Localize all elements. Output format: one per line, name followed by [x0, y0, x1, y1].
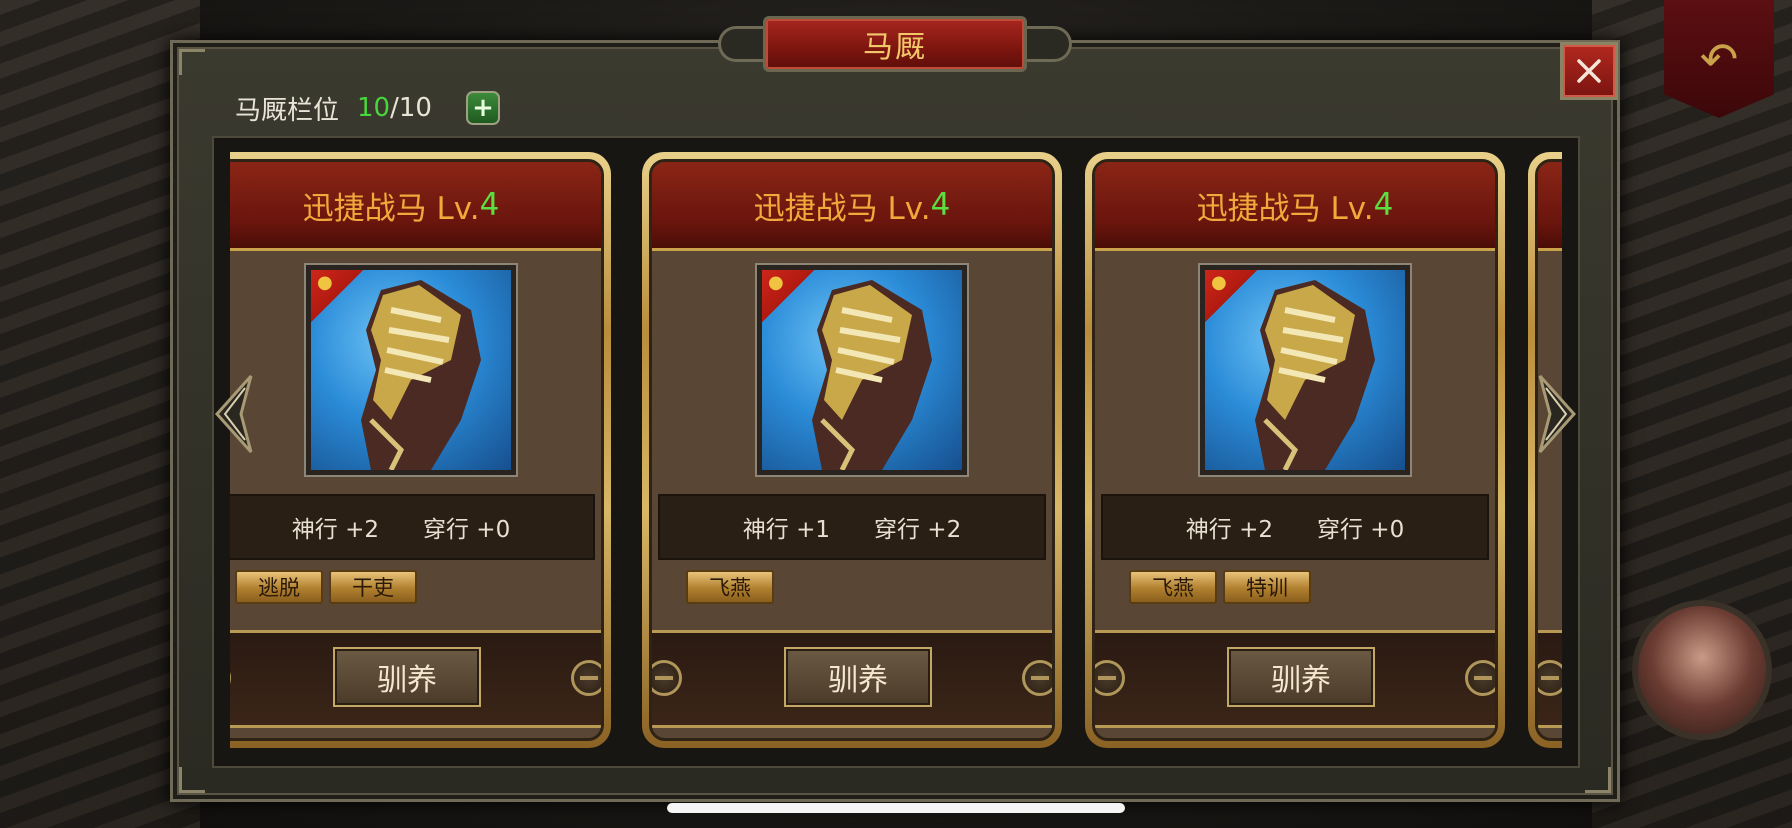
horse-name: 迅捷战马 Lv. 4	[230, 162, 601, 251]
card-footer	[1538, 630, 1562, 728]
horse-card: 迅捷战马 Lv. 4 ● 神行 +2 穿行 +0 逃脱 干吏 驯养	[230, 152, 611, 748]
skill-tag[interactable]: 逃脱	[235, 570, 323, 604]
skill-tags: 逃脱 干吏	[235, 570, 417, 604]
person-icon: ●	[1211, 272, 1227, 293]
close-button[interactable]	[1560, 42, 1618, 100]
slots-max: /10	[390, 93, 432, 123]
owner-flag: ●	[311, 270, 365, 324]
train-button[interactable]: 驯养	[784, 647, 932, 707]
horse-name	[1538, 162, 1562, 251]
train-button[interactable]: 驯养	[333, 647, 481, 707]
horse-name-text: 迅捷战马 Lv.	[1196, 190, 1374, 227]
stat-speed: 神行 +2	[291, 517, 379, 543]
horse-stats: 神行 +2 穿行 +0	[230, 494, 595, 560]
close-icon	[1577, 59, 1601, 83]
horse-portrait[interactable]: ●	[755, 263, 969, 477]
skill-tag[interactable]: 特训	[1223, 570, 1311, 604]
horse-portrait[interactable]: ●	[304, 263, 518, 477]
corner-ornament	[1585, 767, 1611, 793]
horse-card: 迅捷战马 Lv. 4 ● 神行 +1 穿行 +2 飞燕 驯养	[642, 152, 1062, 748]
card-footer: 驯养	[230, 630, 601, 728]
stable-slots: 马厩栏位 10 /10	[235, 88, 432, 128]
horse-name-text: 迅捷战马 Lv.	[302, 190, 480, 227]
character-avatar[interactable]	[1632, 600, 1772, 740]
horse-level: 4	[479, 187, 500, 223]
card-footer: 驯养	[652, 630, 1052, 728]
card-footer: 驯养	[1095, 630, 1495, 728]
knob-ornament	[1022, 660, 1052, 696]
knob-ornament	[1538, 660, 1562, 696]
slots-label: 马厩栏位	[235, 95, 340, 126]
stat-pass: 穿行 +2	[874, 517, 962, 543]
knob-ornament	[1095, 660, 1125, 696]
stat-speed: 神行 +2	[1185, 517, 1273, 543]
plus-icon: +	[472, 93, 494, 123]
knob-ornament	[571, 660, 601, 696]
prev-arrow-icon[interactable]	[211, 372, 257, 456]
owner-flag: ●	[762, 270, 816, 324]
person-icon: ●	[317, 272, 333, 293]
home-indicator[interactable]	[667, 803, 1125, 813]
horse-stats: 神行 +2 穿行 +0	[1101, 494, 1489, 560]
add-slot-button[interactable]: +	[466, 91, 500, 125]
return-banner-icon[interactable]: ↶	[1664, 0, 1774, 118]
stat-speed: 神行 +1	[742, 517, 830, 543]
knob-ornament	[230, 660, 231, 696]
slots-current: 10	[357, 93, 391, 123]
horse-name: 迅捷战马 Lv. 4	[652, 162, 1052, 251]
skill-tag[interactable]: 飞燕	[1129, 570, 1217, 604]
panel-title: 马厩	[763, 16, 1027, 72]
train-button[interactable]: 驯养	[1227, 647, 1375, 707]
next-arrow-icon[interactable]	[1534, 372, 1580, 456]
stat-pass: 穿行 +0	[1317, 517, 1405, 543]
skill-tags: 飞燕	[686, 570, 774, 604]
horse-portrait[interactable]: ●	[1198, 263, 1412, 477]
horse-stats: 神行 +1 穿行 +2	[658, 494, 1046, 560]
horse-card: 迅捷战马 Lv. 4 ● 神行 +2 穿行 +0 飞燕 特训 驯养	[1085, 152, 1505, 748]
owner-flag: ●	[1205, 270, 1259, 324]
stat-pass: 穿行 +0	[423, 517, 511, 543]
horse-list[interactable]: 迅捷战马 Lv. 4 ● 神行 +2 穿行 +0 逃脱 干吏 驯养 迅捷战马 L…	[230, 148, 1562, 758]
horse-name: 迅捷战马 Lv. 4	[1095, 162, 1495, 251]
corner-ornament	[179, 49, 205, 75]
horse-name-text: 迅捷战马 Lv.	[753, 190, 931, 227]
horse-level: 4	[1373, 187, 1394, 223]
knob-ornament	[1465, 660, 1495, 696]
skill-tag[interactable]: 干吏	[329, 570, 417, 604]
knob-ornament	[652, 660, 682, 696]
skill-tag[interactable]: 飞燕	[686, 570, 774, 604]
person-icon: ●	[768, 272, 784, 293]
horse-level: 4	[930, 187, 951, 223]
corner-ornament	[179, 767, 205, 793]
skill-tags: 飞燕 特训	[1129, 570, 1311, 604]
